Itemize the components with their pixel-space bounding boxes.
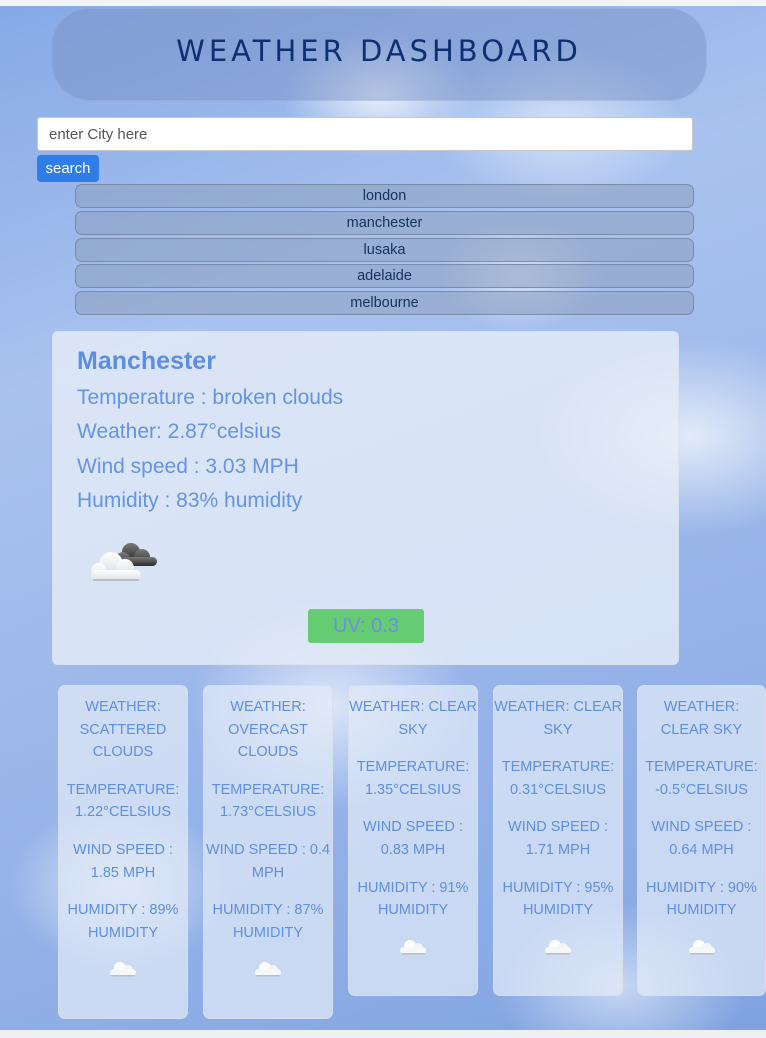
cloud-icon (255, 962, 281, 977)
forecast-card: Weather: clear sky Temperature: -0.5°cel… (637, 685, 766, 996)
cloud-icon (110, 962, 136, 977)
city-search-input[interactable] (37, 117, 693, 151)
forecast-humidity: Humidity : 87% humidity (212, 902, 324, 941)
forecast-temperature: Temperature: 0.31°celsius (501, 759, 615, 798)
forecast-card: Weather: clear sky Temperature: 0.31°cel… (493, 685, 623, 996)
history-item-london[interactable]: london (75, 184, 694, 208)
forecast-humidity: Humidity : 90% humidity (646, 879, 757, 919)
history-item-adelaide[interactable]: adelaide (75, 264, 694, 289)
forecast-temperature: Temperature: -0.5°celsius (645, 759, 758, 798)
page-title: WEATHER DASHBOARD (176, 33, 582, 68)
forecast-wind-speed: Wind speed : 1.71 MPH (508, 819, 608, 858)
cloud-icon (400, 939, 426, 955)
forecast-humidity: Humidity : 91% humidity (357, 879, 469, 919)
history-item-melbourne[interactable]: melbourne (75, 291, 694, 316)
forecast-weather: Weather: overcast clouds (228, 699, 308, 761)
forecast-wind-speed: Wind speed : 1.85 MPH (73, 841, 173, 881)
search-history-list: london manchester lusaka adelaide melbou… (75, 184, 694, 318)
page-header: WEATHER DASHBOARD (51, 8, 707, 101)
forecast-wind-speed: Wind speed : 0.64 MPH (651, 819, 752, 858)
search-button[interactable]: search (37, 155, 99, 182)
page-bottom-edge (0, 1030, 766, 1038)
uv-index-badge: UV: 0.3 (308, 609, 424, 643)
current-humidity: Humidity : 83% humidity (77, 489, 303, 512)
broken-clouds-icon (85, 540, 161, 586)
forecast-weather: Weather: clear sky (349, 699, 477, 738)
forecast-temperature: Temperature: 1.35°celsius (356, 759, 470, 798)
forecast-temperature: Temperature: 1.73°celsius (211, 781, 325, 821)
cloud-icon (688, 939, 715, 955)
forecast-wind-speed: Wind speed : 0.83 MPH (363, 819, 463, 858)
current-weather-card: Manchester Temperature : broken clouds W… (52, 331, 679, 665)
forecast-card: Weather: clear sky Temperature: 1.35°cel… (348, 685, 478, 996)
history-item-lusaka[interactable]: lusaka (75, 237, 694, 262)
forecast-wind-speed: Wind speed : 0.4 MPH (205, 841, 331, 881)
cloud-icon (545, 939, 571, 955)
history-item-manchester[interactable]: manchester (75, 210, 694, 235)
forecast-card: Weather: scattered clouds Temperature: 1… (58, 685, 188, 1019)
forecast-temperature: Temperature: 1.22°celsius (66, 781, 180, 821)
forecast-weather: Weather: clear sky (494, 699, 622, 738)
forecast-weather: Weather: clear sky (660, 699, 743, 738)
current-wind-speed: Wind speed : 3.03 MPH (77, 455, 299, 478)
forecast-weather: Weather: scattered clouds (79, 699, 167, 761)
forecast-humidity: Humidity : 95% humidity (502, 879, 614, 919)
forecast-humidity: Humidity : 89% humidity (67, 902, 179, 941)
forecast-card: Weather: overcast clouds Temperature: 1.… (203, 685, 333, 1019)
current-temperature: Temperature : broken clouds (77, 386, 344, 409)
current-weather: Weather: 2.87°celsius (77, 420, 282, 443)
current-city-name: Manchester (77, 347, 216, 375)
